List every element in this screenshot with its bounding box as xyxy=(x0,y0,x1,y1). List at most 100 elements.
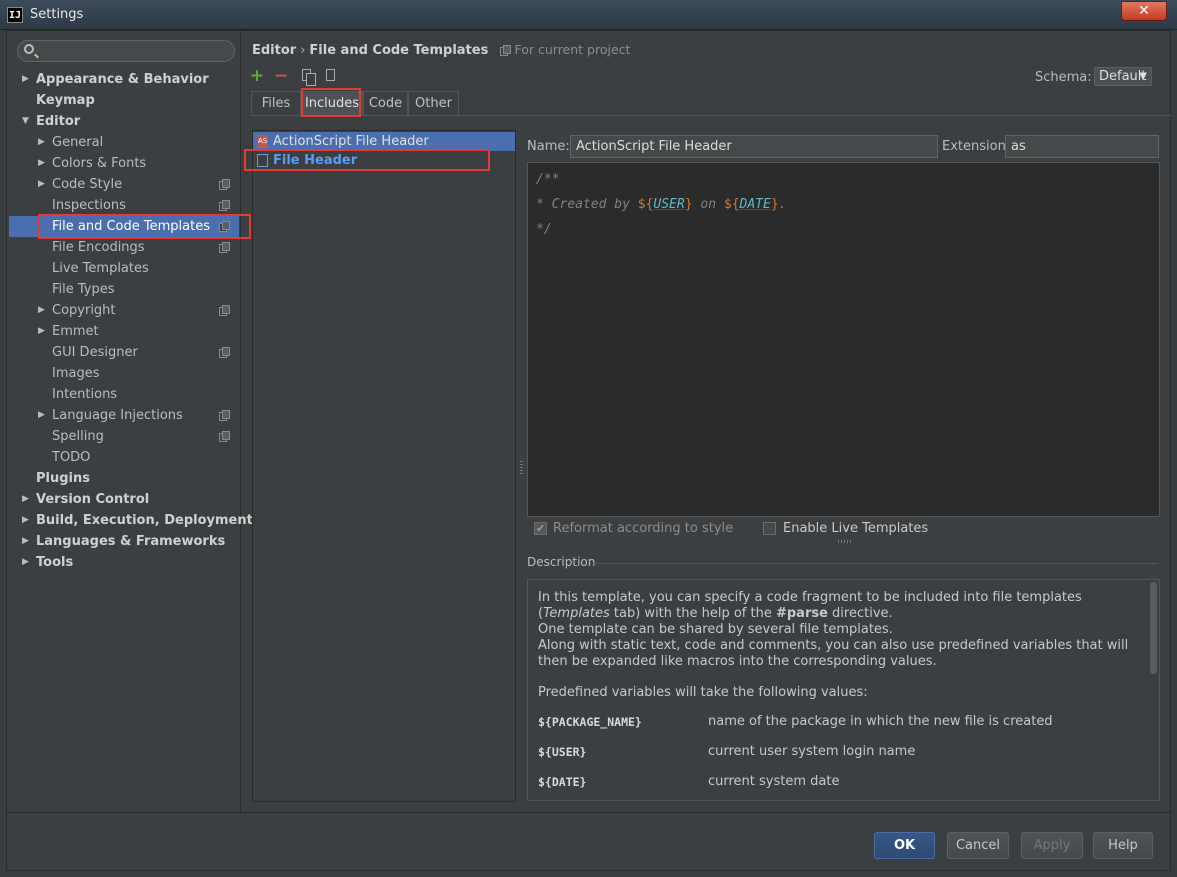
collapse-arrow-icon[interactable]: ▶ xyxy=(38,153,45,174)
sidebar-item-language-injections[interactable]: ▶ Language Injections xyxy=(7,405,239,426)
sidebar-item-gui-designer[interactable]: GUI Designer xyxy=(7,342,239,363)
sidebar-item-label: Plugins xyxy=(36,471,90,486)
sidebar-item-keymap[interactable]: Keymap xyxy=(7,90,239,111)
sidebar-item-label: File and Code Templates xyxy=(52,219,210,234)
collapse-arrow-icon[interactable]: ▶ xyxy=(22,531,29,552)
apply-button[interactable]: Apply xyxy=(1021,832,1083,859)
project-scope-icon xyxy=(219,221,230,232)
search-input[interactable] xyxy=(17,40,235,62)
description-panel: In this template, you can specify a code… xyxy=(527,579,1160,801)
sidebar-item-copyright[interactable]: ▶ Copyright xyxy=(7,300,239,321)
search-icon xyxy=(24,44,34,54)
extension-field[interactable]: as xyxy=(1005,135,1159,158)
sidebar-item-version-control[interactable]: ▶ Version Control xyxy=(7,489,239,510)
project-scope-icon xyxy=(219,305,230,316)
sidebar-item-label: Editor xyxy=(36,114,81,129)
template-item-label: File Header xyxy=(273,153,358,168)
sidebar-item-tools[interactable]: ▶ Tools xyxy=(7,552,239,573)
sidebar-item-colors-fonts[interactable]: ▶ Colors & Fonts xyxy=(7,153,239,174)
horizontal-splitter-handle[interactable] xyxy=(838,540,852,543)
copy-icon xyxy=(302,69,316,86)
sidebar-item-appearance-behavior[interactable]: ▶ Appearance & Behavior xyxy=(7,69,239,90)
sidebar-item-label: Language Injections xyxy=(52,408,183,423)
sidebar-item-emmet[interactable]: ▶ Emmet xyxy=(7,321,239,342)
project-scope-icon xyxy=(219,200,230,211)
template-code-editor[interactable]: /** * Created by ${USER} on ${DATE}. */ xyxy=(527,162,1160,517)
breadcrumb-parent: Editor xyxy=(252,43,297,58)
file-icon xyxy=(257,154,268,167)
expand-arrow-icon[interactable]: ▼ xyxy=(22,111,29,132)
tab-files[interactable]: Files xyxy=(251,91,301,116)
template-variable: USER xyxy=(653,197,685,212)
sidebar-item-general[interactable]: ▶ General xyxy=(7,132,239,153)
template-item-actionscript-file-header[interactable]: AS ActionScript File Header xyxy=(253,132,515,151)
description-paragraph: In this template, you can specify a code… xyxy=(538,590,1082,621)
collapse-arrow-icon[interactable]: ▶ xyxy=(38,405,45,426)
sidebar-item-label: General xyxy=(52,135,104,150)
add-template-button[interactable]: + xyxy=(248,67,266,85)
sidebar-item-intentions[interactable]: Intentions xyxy=(7,384,239,405)
tab-includes[interactable]: Includes xyxy=(301,91,363,116)
tabs-divider xyxy=(251,115,1171,116)
collapse-arrow-icon[interactable]: ▶ xyxy=(38,174,45,195)
sidebar-item-live-templates[interactable]: Live Templates xyxy=(7,258,239,279)
sidebar-item-editor[interactable]: ▼ Editor xyxy=(7,111,239,132)
live-templates-label: Enable Live Templates xyxy=(783,521,929,536)
project-scope-note: For current project xyxy=(500,42,630,57)
collapse-arrow-icon[interactable]: ▶ xyxy=(38,300,45,321)
sidebar-item-spelling[interactable]: Spelling xyxy=(7,426,239,447)
title-bar: IJ Settings ✕ xyxy=(0,0,1177,30)
template-variable: DATE xyxy=(739,197,771,212)
sidebar-item-label: Live Templates xyxy=(52,261,149,276)
description-scrollbar[interactable] xyxy=(1150,582,1157,674)
sidebar-item-file-encodings[interactable]: File Encodings xyxy=(7,237,239,258)
description-paragraph: Along with static text, code and comment… xyxy=(538,638,1129,669)
ok-button[interactable]: OK xyxy=(874,832,935,859)
remove-template-button[interactable]: − xyxy=(272,67,290,85)
collapse-arrow-icon[interactable]: ▶ xyxy=(22,489,29,510)
description-paragraph: Predefined variables will take the follo… xyxy=(538,685,868,700)
sidebar-item-label: Inspections xyxy=(52,198,126,213)
sidebar-item-build-execution-deployment[interactable]: ▶ Build, Execution, Deployment xyxy=(7,510,253,531)
sidebar-item-label: Build, Execution, Deployment xyxy=(36,513,253,528)
sidebar-item-file-and-code-templates[interactable]: File and Code Templates xyxy=(9,214,251,239)
sidebar-item-label: File Encodings xyxy=(52,240,145,255)
project-scope-icon xyxy=(500,45,512,56)
sidebar-item-todo[interactable]: TODO xyxy=(7,447,239,468)
schema-dropdown[interactable]: Default ▼ xyxy=(1094,67,1152,86)
cancel-button[interactable]: Cancel xyxy=(947,832,1009,859)
sidebar-item-label: GUI Designer xyxy=(52,345,138,360)
sidebar-item-label: Images xyxy=(52,366,100,381)
sidebar-item-file-types[interactable]: File Types xyxy=(7,279,239,300)
collapse-arrow-icon[interactable]: ▶ xyxy=(22,69,29,90)
sidebar-item-images[interactable]: Images xyxy=(7,363,239,384)
template-name-field[interactable]: ActionScript File Header xyxy=(570,135,938,158)
collapse-arrow-icon[interactable]: ▶ xyxy=(22,552,29,573)
sidebar-item-label: Tools xyxy=(36,555,74,570)
help-button[interactable]: Help xyxy=(1093,832,1153,859)
collapse-arrow-icon[interactable]: ▶ xyxy=(22,510,29,531)
breadcrumb-current: File and Code Templates xyxy=(309,43,489,58)
close-window-button[interactable]: ✕ xyxy=(1121,1,1167,21)
tab-other[interactable]: Other xyxy=(408,91,459,116)
sidebar-item-inspections[interactable]: Inspections xyxy=(7,195,239,216)
sidebar-item-label: Version Control xyxy=(36,492,150,507)
reformat-label: Reformat according to style xyxy=(553,521,734,536)
sidebar-item-label: TODO xyxy=(52,450,91,465)
copy-template-button[interactable] xyxy=(298,67,316,86)
template-item-file-header[interactable]: File Header xyxy=(253,151,515,170)
breadcrumb: Editor › File and Code Templates For curre… xyxy=(252,42,630,58)
live-templates-checkbox[interactable] xyxy=(763,522,776,535)
settings-tree-pane: ▶ Appearance & Behavior Keymap ▼ Editor ▶ Gene… xyxy=(7,31,253,812)
vertical-splitter-handle[interactable] xyxy=(520,461,523,475)
collapse-arrow-icon[interactable]: ▶ xyxy=(38,132,45,153)
tab-code[interactable]: Code xyxy=(363,91,408,116)
reformat-checkbox[interactable]: ✔ xyxy=(534,522,547,535)
sidebar-item-languages-frameworks[interactable]: ▶ Languages & Frameworks xyxy=(7,531,239,552)
sidebar-item-plugins[interactable]: Plugins xyxy=(7,468,239,489)
sidebar-item-label: Spelling xyxy=(52,429,104,444)
collapse-arrow-icon[interactable]: ▶ xyxy=(38,321,45,342)
reset-template-button[interactable] xyxy=(322,67,340,85)
settings-dialog: ▶ Appearance & Behavior Keymap ▼ Editor ▶ Gene… xyxy=(6,30,1172,871)
sidebar-item-code-style[interactable]: ▶ Code Style xyxy=(7,174,239,195)
